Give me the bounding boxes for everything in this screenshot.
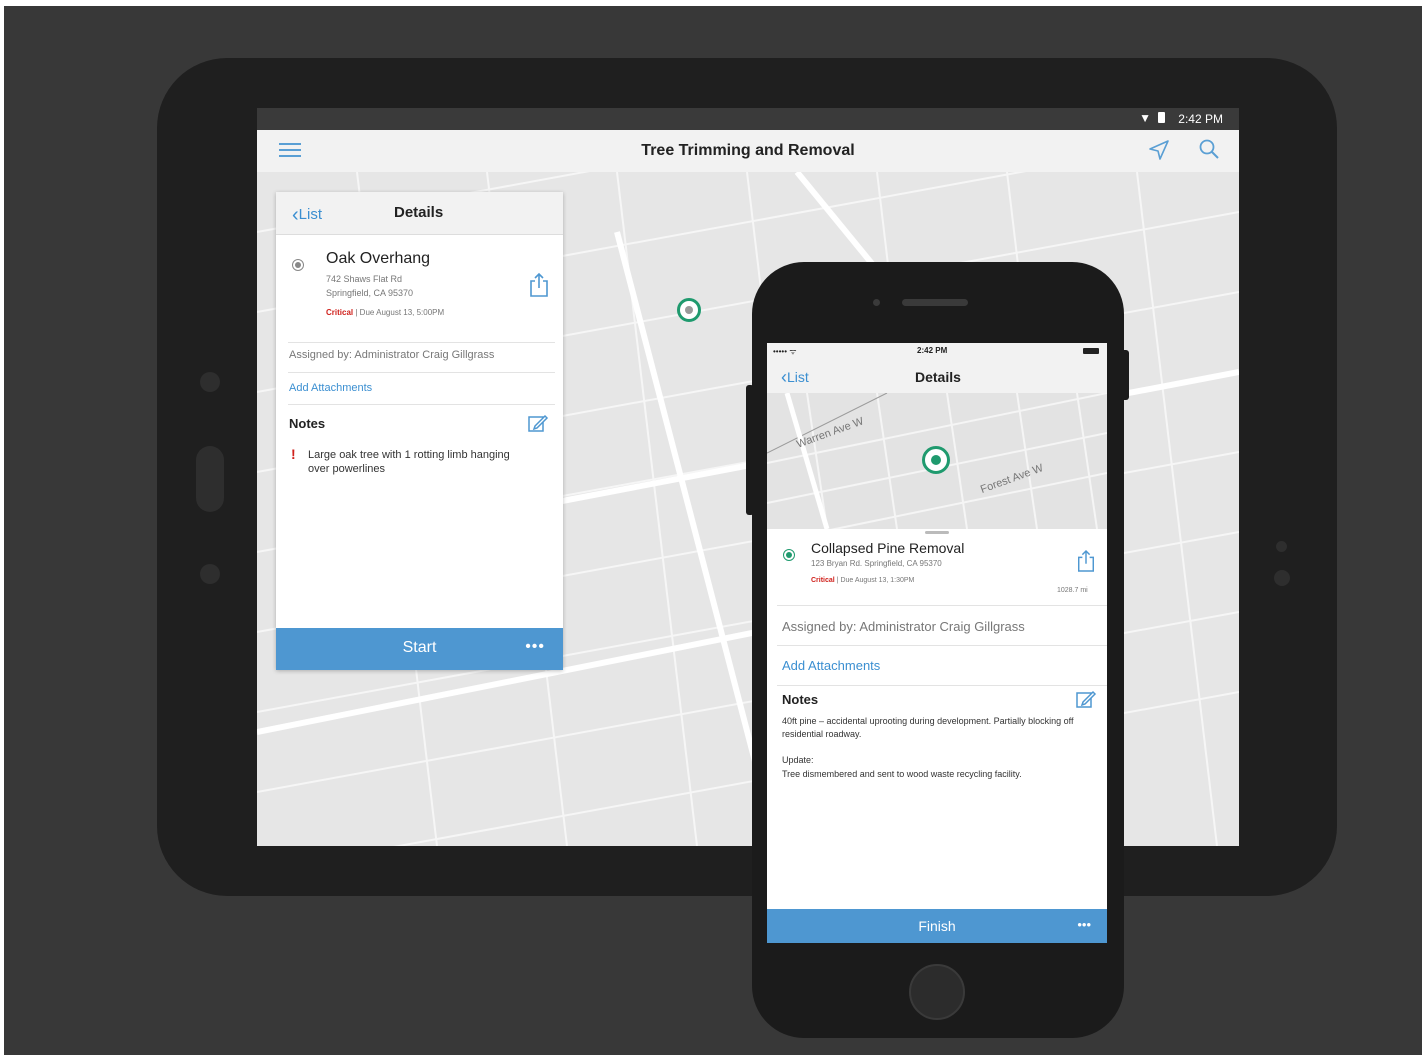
phone-speaker: [902, 299, 968, 306]
more-button[interactable]: •••: [525, 638, 545, 656]
panel-title: Details: [394, 204, 444, 221]
phone-status-bar: ••••• ᯤ 2:42 PM: [767, 343, 1107, 359]
finish-button[interactable]: Finish: [767, 918, 1107, 934]
priority-badge: Critical: [326, 308, 354, 317]
map-marker[interactable]: [922, 446, 950, 474]
phone-side-button: [746, 385, 754, 515]
notes-heading: Notes: [782, 692, 819, 707]
app-title: Tree Trimming and Removal: [641, 142, 855, 159]
status-dot-icon: [292, 259, 304, 271]
chevron-left-icon: ‹: [781, 367, 787, 387]
alert-icon: !: [291, 446, 296, 462]
tablet-button: [200, 564, 220, 584]
update-text: Tree dismembered and sent to wood waste …: [782, 769, 1022, 779]
item-name: Oak Overhang: [326, 250, 431, 267]
battery-icon: [1083, 348, 1099, 354]
tablet-sensor: [1274, 570, 1290, 586]
status-bar: ▼ 2:42 PM: [257, 108, 1239, 130]
share-icon[interactable]: [1076, 549, 1096, 573]
status-time: 2:42 PM: [1178, 112, 1223, 126]
battery-icon: [1158, 112, 1165, 123]
notes-heading: Notes: [289, 416, 326, 431]
locate-icon[interactable]: [1147, 138, 1171, 162]
phone-nav-bar: ‹List Details: [767, 359, 1107, 393]
edit-icon[interactable]: [527, 412, 549, 434]
note-text: Large oak tree with 1 rotting limb hangi…: [308, 449, 510, 475]
note-text: 40ft pine – accidental uprooting during …: [782, 716, 1074, 739]
due-date: Due August 13, 1:30PM: [840, 577, 915, 584]
divider: [288, 372, 555, 373]
tablet-sensor: [1276, 541, 1287, 552]
back-label: List: [787, 369, 809, 385]
priority-row: Critical | Due August 13, 5:00PM: [326, 308, 444, 317]
phone-map[interactable]: Warren Ave W Forest Ave W: [767, 393, 1107, 529]
finish-bar: Finish •••: [767, 909, 1107, 943]
divider: [777, 605, 1107, 606]
priority-badge: Critical: [811, 577, 835, 584]
details-panel: ‹List Details Oak Overhang 742 Shaws Fla…: [276, 192, 563, 670]
phone-title: Details: [915, 369, 961, 385]
panel-header: ‹List Details: [276, 192, 563, 235]
back-button[interactable]: ‹List: [292, 202, 323, 226]
phone-side-button: [1121, 350, 1129, 400]
search-icon[interactable]: [1197, 137, 1221, 161]
item-name: Collapsed Pine Removal: [811, 540, 965, 556]
assigned-by: Assigned by: Administrator Craig Gillgra…: [782, 619, 1025, 634]
signal-icon: ••••• ᯤ: [773, 347, 797, 356]
back-label: List: [298, 206, 323, 223]
stage: ▼ 2:42 PM Tree Trimming and Removal ‹Lis…: [0, 0, 1422, 1055]
start-button[interactable]: Start: [276, 639, 563, 657]
phone-status-time: 2:42 PM: [917, 346, 948, 355]
distance: 1028.7 mi: [1057, 587, 1088, 594]
priority-row: Critical | Due August 13, 1:30PM: [811, 577, 914, 584]
more-button[interactable]: •••: [1077, 917, 1091, 932]
drag-handle[interactable]: [925, 531, 949, 534]
edit-icon[interactable]: [1075, 688, 1097, 710]
chevron-left-icon: ‹: [292, 204, 299, 226]
app-bar: Tree Trimming and Removal: [257, 130, 1239, 173]
phone-screen: ••••• ᯤ 2:42 PM ‹List Details Warren Ave…: [767, 343, 1107, 943]
add-attachments-link[interactable]: Add Attachments: [782, 658, 880, 673]
map-marker[interactable]: [677, 298, 701, 322]
back-button[interactable]: ‹List: [781, 366, 809, 387]
tablet-button: [200, 372, 220, 392]
assigned-by: Assigned by: Administrator Craig Gillgra…: [289, 349, 495, 361]
wifi-icon: ▼: [1139, 111, 1151, 125]
divider: [288, 404, 555, 405]
phone-home-button[interactable]: [909, 964, 965, 1020]
status-dot-icon: [783, 549, 795, 561]
start-bar: Start •••: [276, 628, 563, 670]
share-icon[interactable]: [528, 272, 550, 298]
divider: [777, 685, 1107, 686]
add-attachments-link[interactable]: Add Attachments: [289, 382, 372, 394]
phone-camera: [873, 299, 880, 306]
address-line1: 742 Shaws Flat Rd: [326, 274, 403, 284]
divider: [288, 342, 555, 343]
address-line2: Springfield, CA 95370: [326, 288, 414, 298]
due-date: Due August 13, 5:00PM: [359, 308, 445, 317]
divider: [777, 645, 1107, 646]
update-label: Update:: [782, 755, 814, 765]
tablet-home-button: [196, 446, 224, 512]
address: 123 Bryan Rd. Springfield, CA 95370: [811, 559, 942, 568]
